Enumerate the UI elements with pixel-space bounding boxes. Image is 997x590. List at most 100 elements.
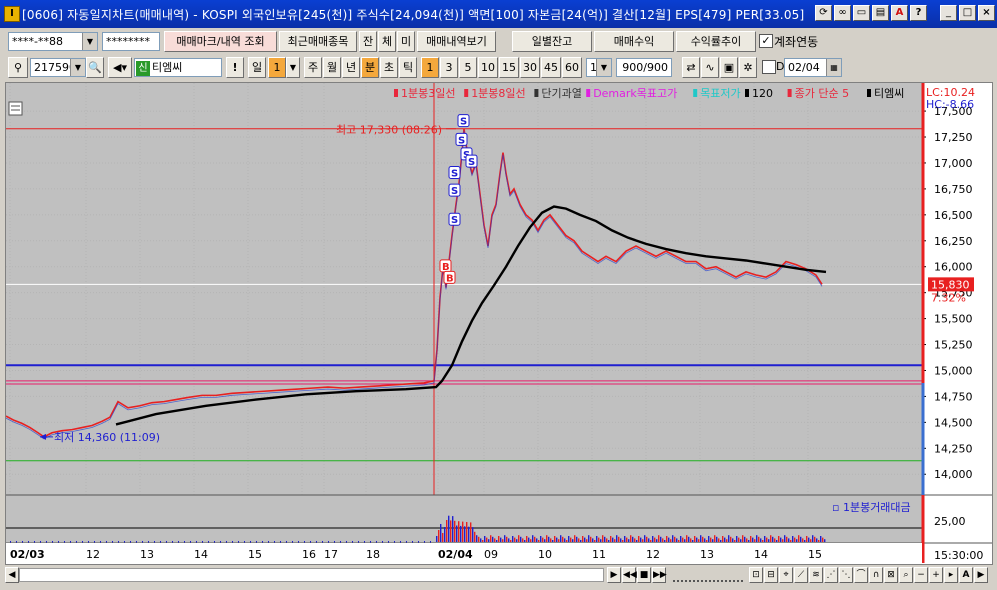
- search-icon[interactable]: 🔍: [86, 57, 104, 78]
- stop-icon[interactable]: ■: [637, 567, 651, 583]
- account-select[interactable]: ****-**88 ▼: [8, 32, 98, 51]
- forward-icon[interactable]: ▶▶: [652, 567, 667, 583]
- volume-bar: [136, 541, 137, 543]
- password-field[interactable]: ********: [102, 32, 160, 51]
- volume-bar: [558, 539, 560, 542]
- new-listing-badge: 신: [136, 61, 150, 76]
- scroll-right-icon[interactable]: ▶: [974, 567, 988, 583]
- arc-icon[interactable]: ⌒: [854, 567, 868, 583]
- volume-bar: [598, 537, 600, 542]
- volume-bar: [678, 540, 680, 542]
- x-tick-label: 18: [366, 548, 380, 561]
- interval-button[interactable]: 15: [499, 57, 519, 78]
- stock-code-select[interactable]: 217590 ▼: [30, 58, 86, 77]
- channel-icon[interactable]: ⋰: [824, 567, 838, 583]
- settings-icon[interactable]: ✲: [739, 57, 757, 78]
- volume-bar: [514, 537, 516, 542]
- stock-name-field[interactable]: 신 티엠씨: [134, 58, 222, 77]
- filter-remain-button[interactable]: 잔: [359, 31, 377, 52]
- link-icon[interactable]: ∞: [834, 5, 851, 21]
- date-checkbox[interactable]: [762, 60, 776, 74]
- gann-icon[interactable]: ⊠: [884, 567, 898, 583]
- chevron-down-icon[interactable]: ▼: [70, 59, 85, 76]
- price-chart[interactable]: SSSSSSSBB 최고 17,330 (08:26)최저 14,360 (11…: [5, 83, 992, 564]
- indicator-icon[interactable]: ⇄: [682, 57, 700, 78]
- crosshair-icon[interactable]: ⌖: [779, 567, 793, 583]
- period-day-button[interactable]: 일: [248, 57, 266, 78]
- scroll-right-small-icon[interactable]: ▸: [944, 567, 958, 583]
- volume-bar: [536, 538, 538, 542]
- recent-items-button[interactable]: 최근매매종목: [279, 31, 357, 52]
- date-field[interactable]: 02/04 ▦: [784, 58, 842, 77]
- maximize-icon[interactable]: □: [959, 5, 976, 21]
- period-month-button[interactable]: 월: [323, 57, 341, 78]
- zoom-out-icon[interactable]: −: [914, 567, 928, 583]
- hc-label: HC:-8.66: [926, 98, 974, 111]
- font-icon[interactable]: A: [891, 5, 908, 21]
- filter-exec-button[interactable]: 체: [378, 31, 396, 52]
- close-icon[interactable]: ×: [978, 5, 995, 21]
- volume-bar: [786, 536, 788, 542]
- print-icon[interactable]: ▤: [872, 5, 889, 21]
- interval-custom-select[interactable]: 1 ▼: [586, 58, 612, 77]
- volume-bar: [550, 538, 552, 542]
- zoom-out-region-icon[interactable]: ⊟: [764, 567, 778, 583]
- chart-tool-icon[interactable]: ∿: [701, 57, 719, 78]
- volume-bar: [652, 536, 654, 542]
- refresh-icon[interactable]: ⟳: [815, 5, 832, 21]
- chart-panel[interactable]: SSSSSSSBB 최고 17,330 (08:26)최저 14,360 (11…: [5, 82, 993, 565]
- return-trend-button[interactable]: 수익률추이: [676, 31, 756, 52]
- help-icon[interactable]: ?: [910, 5, 927, 21]
- alert-icon[interactable]: !: [226, 57, 244, 78]
- speed-slider[interactable]: [673, 570, 743, 582]
- period-week-button[interactable]: 주: [304, 57, 322, 78]
- magnifier-icon[interactable]: ⌕: [899, 567, 913, 583]
- volume-bar: [672, 535, 674, 542]
- scroll-track[interactable]: [19, 568, 604, 582]
- pin-icon[interactable]: ⚲: [8, 57, 28, 78]
- daily-balance-button[interactable]: 일별잔고: [512, 31, 592, 52]
- date-value: 02/04: [788, 61, 820, 74]
- interval-button[interactable]: 5: [459, 57, 477, 78]
- period-tick-button[interactable]: 틱: [399, 57, 417, 78]
- fan-icon[interactable]: ⋱: [839, 567, 853, 583]
- chevron-down-icon[interactable]: ▼: [286, 57, 300, 78]
- chart-scrollbar[interactable]: ◀ ▶ ◀◀ ■ ▶▶ ⊡ ⊟ ⌖ ⟋ ≋ ⋰ ⋱ ⌒ ∩ ⊠ ⌕ − + ▸ …: [5, 566, 993, 585]
- filter-unexec-button[interactable]: 미: [397, 31, 415, 52]
- interval-button[interactable]: 60: [562, 57, 582, 78]
- chevron-down-icon[interactable]: ▼: [82, 33, 97, 50]
- text-tool-icon[interactable]: A: [959, 567, 973, 583]
- trade-marks-button[interactable]: 매매마크/내역 조회: [164, 31, 277, 52]
- save-icon[interactable]: ▣: [720, 57, 738, 78]
- interval-button[interactable]: 45: [541, 57, 561, 78]
- cycle-icon[interactable]: ∩: [869, 567, 883, 583]
- trade-history-button[interactable]: 매매내역보기: [417, 31, 496, 52]
- fibonacci-icon[interactable]: ≋: [809, 567, 823, 583]
- data-count-field[interactable]: 900/900: [616, 58, 672, 77]
- interval-button[interactable]: 10: [478, 57, 498, 78]
- interval-button[interactable]: 30: [520, 57, 540, 78]
- minimize-icon[interactable]: _: [940, 5, 957, 21]
- volume-bar: [334, 541, 335, 543]
- volume-bar: [688, 536, 690, 542]
- play-icon[interactable]: ▶: [607, 567, 621, 583]
- rewind-icon[interactable]: ◀◀: [622, 567, 637, 583]
- trend-line-icon[interactable]: ⟋: [794, 567, 808, 583]
- scroll-left-icon[interactable]: ◀: [5, 567, 19, 583]
- period-year-button[interactable]: 년: [342, 57, 360, 78]
- chevron-down-icon[interactable]: ▼: [596, 59, 611, 76]
- interval-button[interactable]: 3: [440, 57, 458, 78]
- zoom-in-icon[interactable]: +: [929, 567, 943, 583]
- table-view-icon[interactable]: [8, 101, 23, 116]
- trade-profit-button[interactable]: 매매수익: [594, 31, 674, 52]
- period-second-button[interactable]: 초: [380, 57, 398, 78]
- link-account-checkbox[interactable]: ✓: [759, 34, 773, 48]
- window-icon[interactable]: ▭: [853, 5, 870, 21]
- volume-bar: [760, 538, 762, 542]
- interval-button[interactable]: 1: [421, 57, 439, 78]
- period-minute-button[interactable]: 분: [361, 57, 379, 78]
- calendar-icon[interactable]: ▦: [826, 59, 841, 76]
- speaker-icon[interactable]: ◀▾: [108, 57, 132, 78]
- zoom-region-icon[interactable]: ⊡: [749, 567, 763, 583]
- period-count-button[interactable]: 1: [268, 57, 286, 78]
